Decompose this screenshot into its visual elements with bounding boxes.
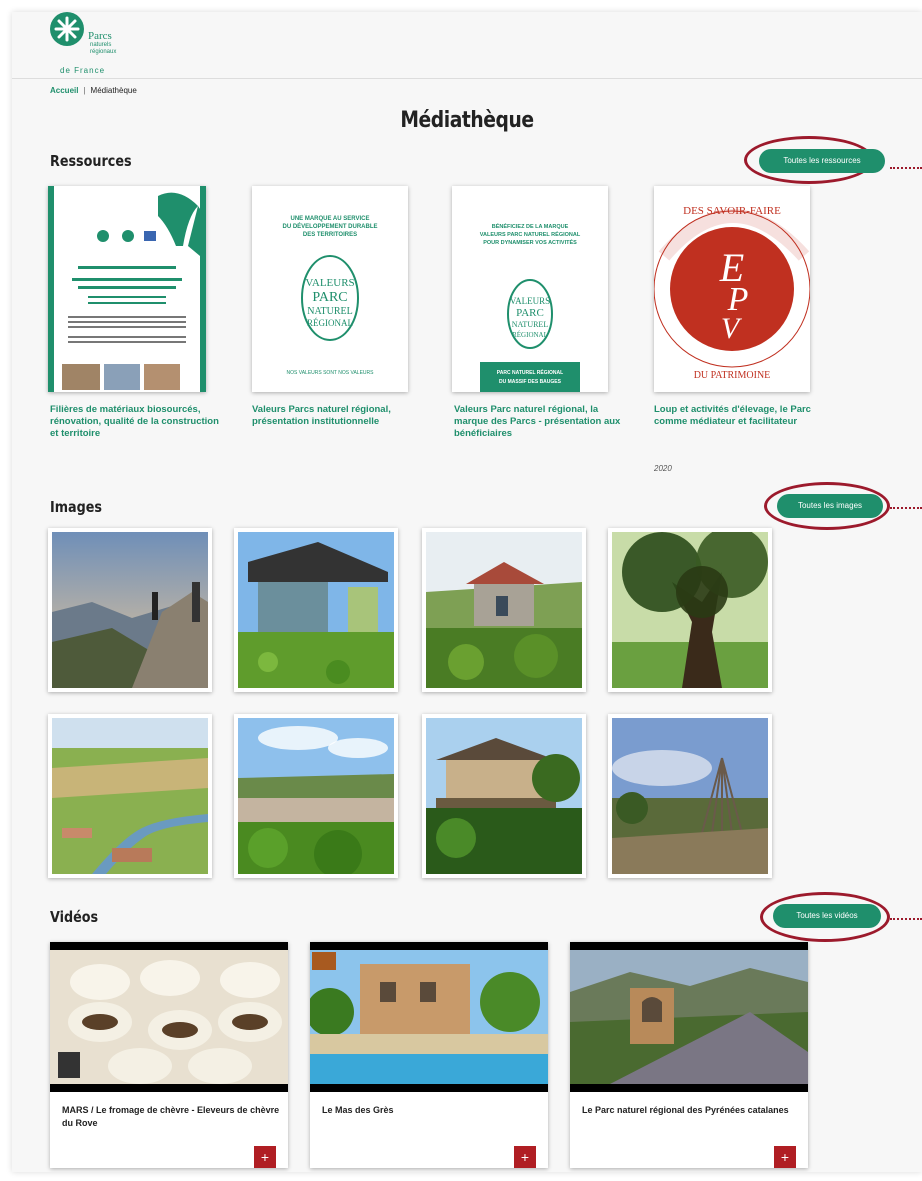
all-videos-button[interactable]: Toutes les vidéos	[773, 904, 881, 928]
image-thumbnail-3[interactable]	[422, 528, 586, 692]
page: Parcs naturels régionaux de France Accuei…	[12, 12, 922, 1172]
resource-cover-4[interactable]: E P V DES SAVOIR-FAIRE DU PATRIMOINE	[654, 186, 810, 392]
video-thumbnail-mas-des-gres[interactable]	[310, 942, 548, 1092]
images-heading: Images	[50, 498, 102, 516]
image-thumbnail-1[interactable]	[48, 528, 212, 692]
svg-text:NATUREL: NATUREL	[307, 306, 353, 317]
video-thumbnail-pyrenees[interactable]	[570, 942, 808, 1092]
image-thumbnail-6[interactable]	[234, 714, 398, 878]
photo-vineyard-hut	[426, 532, 582, 688]
video-card-3[interactable]: Le Parc naturel régional des Pyrénées ca…	[570, 942, 808, 1168]
resource-cover-2[interactable]: UNE MARQUE AU SERVICE DU DÉVELOPPEMENT D…	[252, 186, 408, 392]
svg-text:NOS VALEURS SONT NOS VALEURS: NOS VALEURS SONT NOS VALEURS	[287, 370, 375, 376]
svg-text:VALEURS: VALEURS	[305, 277, 354, 289]
svg-text:NATUREL: NATUREL	[512, 320, 549, 329]
video-card-1[interactable]: MARS / Le fromage de chèvre - Eleveurs d…	[50, 942, 288, 1168]
highlight-pointer	[890, 507, 922, 509]
photo-village-vines	[238, 718, 394, 874]
resource-title-2[interactable]: Valeurs Parcs naturel régional, présenta…	[252, 404, 422, 428]
svg-text:RÉGIONAL: RÉGIONAL	[512, 331, 548, 339]
svg-text:UNE MARQUE AU SERVICE: UNE MARQUE AU SERVICE	[290, 216, 369, 222]
photo-river-valley	[52, 718, 208, 874]
highlight-pointer	[890, 918, 922, 920]
sun-logo-icon	[50, 12, 84, 46]
svg-text:RÉGIONAL: RÉGIONAL	[307, 318, 353, 328]
resource-year-4: 2020	[654, 464, 672, 473]
photo-teepee-forest	[612, 718, 768, 874]
svg-text:DES SAVOIR-FAIRE: DES SAVOIR-FAIRE	[683, 205, 781, 217]
logo-text-france: de France	[60, 66, 106, 75]
breadcrumb-home-link[interactable]: Accueil	[50, 86, 78, 95]
svg-text:PARC NATUREL RÉGIONAL: PARC NATUREL RÉGIONAL	[497, 368, 563, 376]
all-images-button[interactable]: Toutes les images	[777, 494, 883, 518]
resource-title-4[interactable]: Loup et activités d'élevage, le Parc com…	[654, 404, 824, 428]
expand-plus-button[interactable]: +	[774, 1146, 796, 1168]
svg-text:DU DÉVELOPPEMENT DURABLE: DU DÉVELOPPEMENT DURABLE	[282, 222, 377, 230]
resource-title-1[interactable]: Filières de matériaux biosourcés, rénova…	[50, 404, 220, 440]
resources-heading: Ressources	[50, 152, 132, 170]
photo-lake-house	[426, 718, 582, 874]
image-thumbnail-2[interactable]	[234, 528, 398, 692]
resource-cover-3[interactable]: BÉNÉFICIEZ DE LA MARQUE VALEURS PARC NAT…	[452, 186, 608, 392]
resource-cover-1[interactable]	[48, 186, 206, 392]
site-logo[interactable]: Parcs naturels régionaux de France	[46, 12, 126, 78]
highlight-pointer	[890, 167, 922, 169]
page-title: Médiathèque	[400, 108, 534, 133]
breadcrumb-current: Médiathèque	[90, 86, 137, 95]
expand-plus-button[interactable]: +	[514, 1146, 536, 1168]
svg-text:DU PATRIMOINE: DU PATRIMOINE	[694, 370, 771, 381]
expand-plus-button[interactable]: +	[254, 1146, 276, 1168]
logo-text-parcs: Parcs	[88, 30, 112, 42]
video-title-1[interactable]: MARS / Le fromage de chèvre - Eleveurs d…	[62, 1104, 282, 1130]
image-thumbnail-4[interactable]	[608, 528, 772, 692]
svg-text:DES TERRITOIRES: DES TERRITOIRES	[303, 232, 357, 238]
svg-text:PARC: PARC	[312, 290, 347, 305]
svg-text:POUR DYNAMISER VOS ACTIVITÉS: POUR DYNAMISER VOS ACTIVITÉS	[483, 238, 577, 246]
image-thumbnail-8[interactable]	[608, 714, 772, 878]
site-header: Parcs naturels régionaux de France	[12, 12, 922, 79]
breadcrumb-separator: |	[83, 86, 86, 95]
video-thumbnail-cheese[interactable]	[50, 942, 288, 1092]
logo-text-sub: naturels régionaux	[90, 42, 117, 55]
svg-text:BÉNÉFICIEZ DE LA MARQUE: BÉNÉFICIEZ DE LA MARQUE	[492, 222, 569, 230]
svg-text:VALEURS PARC NATUREL RÉGIONAL: VALEURS PARC NATUREL RÉGIONAL	[480, 230, 581, 238]
videos-heading: Vidéos	[50, 908, 99, 926]
image-thumbnail-7[interactable]	[422, 714, 586, 878]
video-card-2[interactable]: Le Mas des Grès +	[310, 942, 548, 1168]
photo-pavilion-meadow	[238, 532, 394, 688]
svg-text:VALEURS: VALEURS	[510, 296, 550, 306]
svg-text:DU MASSIF DES BAUGES: DU MASSIF DES BAUGES	[499, 379, 562, 385]
image-thumbnail-5[interactable]	[48, 714, 212, 878]
video-title-3[interactable]: Le Parc naturel régional des Pyrénées ca…	[582, 1104, 802, 1117]
video-title-2[interactable]: Le Mas des Grès	[322, 1104, 542, 1117]
photo-mountain-hikers	[52, 532, 208, 688]
resource-title-3[interactable]: Valeurs Parc naturel régional, la marque…	[454, 404, 624, 440]
photo-old-tree	[612, 532, 768, 688]
all-resources-button[interactable]: Toutes les ressources	[759, 149, 885, 173]
svg-text:PARC: PARC	[516, 307, 544, 319]
breadcrumb: Accueil | Médiathèque	[50, 86, 137, 95]
